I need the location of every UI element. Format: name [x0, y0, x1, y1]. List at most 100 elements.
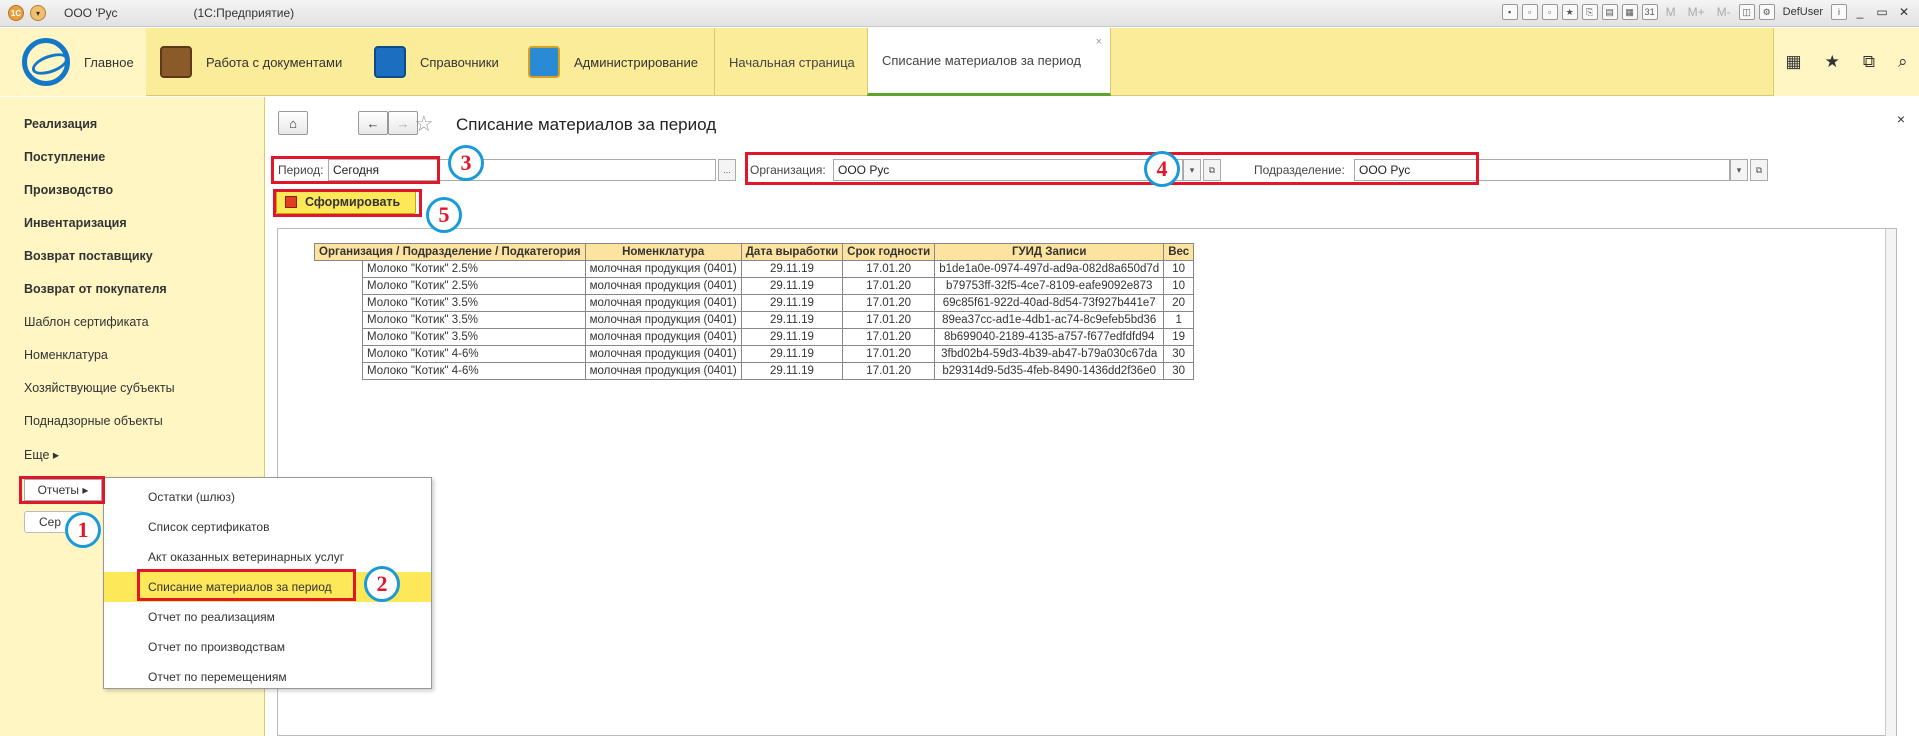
cell-expiry-date: 17.01.20: [842, 362, 936, 380]
section-documents-label: Работа с документами: [206, 54, 343, 70]
nav-item-more[interactable]: Еще ▸: [24, 447, 59, 462]
tab-home-page[interactable]: Начальная страница: [714, 28, 866, 96]
menu-item-sales-report[interactable]: Отчет по реализациям: [104, 604, 431, 630]
calculator-icon[interactable]: ▦: [1621, 4, 1638, 20]
table-row: Молоко "Котик" 3.5% молочная продукция (0…: [314, 294, 1195, 312]
annotation-box-org: [745, 152, 1479, 185]
menu-item-certificate-list[interactable]: Список сертификатов: [104, 514, 431, 540]
save-icon[interactable]: ▪: [1501, 4, 1518, 20]
calendar-icon[interactable]: 31: [1641, 4, 1658, 20]
memory-m-button[interactable]: M: [1662, 5, 1680, 19]
cell-expiry-date: 17.01.20: [842, 260, 936, 278]
menu-item-production-report[interactable]: Отчет по производствам: [104, 634, 431, 660]
close-window-button[interactable]: ✕: [1895, 5, 1913, 19]
cell-category: Молоко "Котик" 2.5%: [362, 277, 586, 295]
all-functions-icon[interactable]: ▦: [1786, 52, 1802, 72]
row-indent: [314, 345, 363, 363]
cell-nomenclature: молочная продукция (0401): [584, 260, 742, 278]
subdivision-open-icon[interactable]: ⧉: [1750, 159, 1768, 181]
col-header-nomenclature: Номенклатура: [584, 243, 742, 261]
cell-weight: 30: [1163, 345, 1195, 363]
back-button[interactable]: ←: [358, 111, 388, 135]
section-admin[interactable]: Администрирование: [528, 28, 698, 96]
tab-write-off-report[interactable]: Списание материалов за период ×: [867, 28, 1111, 96]
cell-category: Молоко "Котик" 3.5%: [362, 328, 586, 346]
section-main[interactable]: Главное: [0, 28, 146, 96]
report-document[interactable]: Организация / Подразделение / Подкатегор…: [277, 228, 1897, 736]
menu-item-transfers-report[interactable]: Отчет по перемещениям: [104, 664, 431, 690]
cell-weight: 1: [1163, 311, 1195, 329]
home-button[interactable]: ⌂: [278, 111, 308, 135]
info-icon[interactable]: i: [1831, 4, 1847, 20]
tools-icon: [528, 46, 560, 78]
annotation-badge-3: 3: [448, 145, 484, 181]
nav-item-sales[interactable]: Реализация: [24, 117, 97, 131]
favorite-add-icon[interactable]: ★: [1561, 4, 1578, 20]
search-icon[interactable]: ⌕: [1898, 52, 1908, 72]
annotation-box-generate: [273, 189, 422, 217]
table-row: Молоко "Котик" 3.5% молочная продукция (0…: [314, 328, 1195, 346]
subdivision-dropdown-icon[interactable]: ▾: [1730, 159, 1748, 181]
main-menu-icon[interactable]: ▾: [30, 5, 46, 21]
maximize-button[interactable]: ▭: [1873, 5, 1891, 19]
nav-item-business-entities[interactable]: Хозяйствующие субъекты: [24, 381, 175, 395]
nav-item-supervised-objects[interactable]: Поднадзорные объекты: [24, 414, 163, 428]
cell-weight: 19: [1163, 328, 1195, 346]
nav-item-production[interactable]: Производство: [24, 183, 113, 197]
report-table: Организация / Подразделение / Подкатегор…: [314, 243, 1195, 380]
cell-nomenclature: молочная продукция (0401): [584, 345, 742, 363]
nav-item-inventory[interactable]: Инвентаризация: [24, 216, 127, 230]
panels-icon[interactable]: ◫: [1738, 4, 1755, 20]
cell-guid: 69c85f61-922d-40ad-8d54-73f927b441e7: [934, 294, 1165, 312]
settings-icon[interactable]: ⚙: [1758, 4, 1775, 20]
cell-nomenclature: молочная продукция (0401): [584, 311, 742, 329]
history-icon[interactable]: ▤: [1601, 4, 1618, 20]
main-section-icon: [22, 38, 70, 86]
memory-minus-button[interactable]: M-: [1713, 5, 1735, 19]
cell-production-date: 29.11.19: [740, 260, 844, 278]
cell-guid: 89ea37cc-ad1e-4db1-ac74-8c9efeb5bd36: [934, 311, 1165, 329]
cell-expiry-date: 17.01.20: [842, 294, 936, 312]
report-scrollbar[interactable]: [1885, 229, 1896, 736]
col-header-category: Организация / Подразделение / Подкатегор…: [314, 243, 586, 261]
tab-close-icon[interactable]: ×: [1096, 36, 1102, 48]
annotation-badge-1: 1: [65, 512, 101, 548]
row-indent: [314, 328, 363, 346]
section-documents[interactable]: Работа с документами: [160, 28, 342, 96]
close-form-icon[interactable]: ×: [1897, 111, 1905, 127]
link-icon[interactable]: ⎘: [1581, 4, 1598, 20]
memory-plus-button[interactable]: M+: [1684, 5, 1709, 19]
title-bar: 1С ▾ ООО 'Рус (1С:Предприятие) ▪ ▫ ▫ ★ ⎘…: [0, 0, 1919, 27]
section-references[interactable]: Справочники: [374, 28, 499, 96]
period-select-button[interactable]: ...: [718, 159, 736, 181]
cell-guid: b29314d9-5d35-4feb-8490-1436dd2f36e0: [934, 362, 1165, 380]
cell-expiry-date: 17.01.20: [842, 277, 936, 295]
sections-panel: Главное Работа с документами Справочники…: [0, 28, 1919, 96]
app-logo-icon[interactable]: 1С: [8, 5, 24, 21]
arrow-left-icon: ←: [366, 115, 380, 131]
menu-item-balances-gateway[interactable]: Остатки (шлюз): [104, 484, 431, 510]
cell-production-date: 29.11.19: [740, 294, 844, 312]
nav-item-receipts[interactable]: Поступление: [24, 150, 105, 164]
titlebar-tools: ▪ ▫ ▫ ★ ⎘ ▤ ▦ 31 M M+ M- ◫ ⚙ DefUser i _…: [1501, 4, 1913, 20]
annotation-box-reports: [19, 476, 105, 504]
nav-item-nomenclature[interactable]: Номенклатура: [24, 348, 108, 362]
cell-production-date: 29.11.19: [740, 345, 844, 363]
cell-category: Молоко "Котик" 4-6%: [362, 362, 586, 380]
table-row: Молоко "Котик" 2.5% молочная продукция (0…: [314, 277, 1195, 295]
annotation-badge-2: 2: [364, 566, 400, 602]
cell-weight: 10: [1163, 260, 1195, 278]
favorites-icon[interactable]: ★: [1825, 52, 1840, 72]
row-indent: [314, 362, 363, 380]
preview-icon[interactable]: ▫: [1541, 4, 1558, 20]
favorite-star-icon[interactable]: ☆: [414, 111, 434, 137]
print-icon[interactable]: ▫: [1521, 4, 1538, 20]
col-header-expiry-date: Срок годности: [842, 243, 936, 261]
user-name[interactable]: DefUser: [1783, 6, 1823, 18]
minimize-button[interactable]: _: [1851, 5, 1869, 19]
window-app-title: (1С:Предприятие): [193, 6, 295, 20]
nav-item-return-customer[interactable]: Возврат от покупателя: [24, 282, 167, 296]
nav-item-cert-template[interactable]: Шаблон сертификата: [24, 315, 149, 329]
nav-item-return-supplier[interactable]: Возврат поставщику: [24, 249, 153, 263]
history-list-icon[interactable]: ⧉: [1863, 52, 1875, 72]
